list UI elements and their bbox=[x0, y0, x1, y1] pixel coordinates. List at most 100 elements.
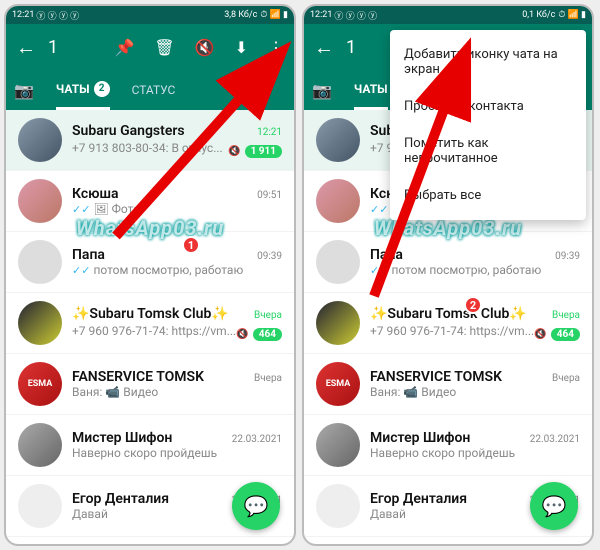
chat-list[interactable]: Subaru Gangsters 12:21 +7 913 803-80-34: В… bbox=[6, 110, 294, 544]
camera-icon[interactable]: 📷 bbox=[312, 81, 332, 100]
unread-badge: 464 bbox=[551, 328, 580, 341]
chat-name: Егор Денталия bbox=[370, 491, 467, 507]
more-icon[interactable]: ⋮ bbox=[268, 38, 284, 57]
phone-left: 12:21ⓨ ⓨ ⓨ ⓨ 3,8 Кб/с⏱ 📶 ▮ ← 1 📌 🗑 🔇 ⬇ ⋮… bbox=[4, 4, 296, 546]
chat-row[interactable]: ✨Subaru Tomsk Club✨ Вчера +7 960 976-71-74… bbox=[6, 293, 294, 354]
chat-time: Вчера bbox=[552, 373, 580, 384]
callout-marker-2: 2 bbox=[464, 296, 482, 314]
status-net: 3,8 Кб/с bbox=[224, 10, 257, 20]
avatar[interactable]: ESMA bbox=[18, 362, 62, 406]
avatar[interactable] bbox=[18, 301, 62, 345]
read-ticks-icon: ✓✓ bbox=[72, 264, 90, 277]
phone-right: 12:21ⓨ ⓨ ⓨ ⓨ 0,1 Кб/с⏱ 📶 ▮ ← 1 📷 ЧАТЫ Su… bbox=[302, 4, 594, 546]
chat-preview: +7 913 803-80-34: В отпус... bbox=[72, 141, 223, 155]
chat-preview: Давай bbox=[370, 507, 406, 521]
chat-row[interactable]: Папа 09:39 ✓✓потом посмотрю, работаю bbox=[6, 232, 294, 293]
chat-name: Папа bbox=[72, 247, 105, 263]
delete-icon[interactable]: 🗑 bbox=[154, 38, 174, 57]
chat-preview: Давай bbox=[72, 507, 108, 521]
avatar[interactable] bbox=[18, 240, 62, 284]
chat-preview: Ваня: 📹 Видео bbox=[72, 385, 158, 399]
selection-toolbar: ← 1 📌 🗑 🔇 ⬇ ⋮ bbox=[6, 24, 294, 70]
avatar[interactable] bbox=[18, 423, 62, 467]
muted-icon: 🔇 bbox=[236, 329, 248, 340]
muted-icon: 🔇 bbox=[228, 146, 240, 157]
status-bar: 12:21ⓨ ⓨ ⓨ ⓨ 0,1 Кб/с⏱ 📶 ▮ bbox=[304, 6, 592, 24]
chat-name: Егор Денталия bbox=[72, 491, 169, 507]
chat-preview: ✓✓🖼Фото bbox=[72, 202, 140, 216]
back-icon[interactable]: ← bbox=[314, 35, 334, 60]
camera-icon[interactable]: 📷 bbox=[14, 81, 34, 100]
chat-time: 09:39 bbox=[257, 251, 282, 262]
chat-name: Ксюша bbox=[72, 186, 119, 202]
avatar[interactable] bbox=[18, 484, 62, 528]
avatar[interactable] bbox=[316, 118, 360, 162]
chat-preview: Наверно скоро пройдешь bbox=[370, 446, 515, 460]
context-menu: Добавить иконку чата на экран Просмотр к… bbox=[390, 30, 586, 220]
tab-chats[interactable]: ЧАТЫ bbox=[354, 70, 388, 110]
chat-name: ✨Subaru Tomsk Club✨ bbox=[72, 306, 229, 322]
selection-count: 1 bbox=[48, 37, 114, 58]
chat-row[interactable]: ESMA FANSERVICE TOMSK Вчера Ваня: 📹 Видео bbox=[6, 354, 294, 415]
chat-row[interactable]: ✨Subaru Tomsk Club✨ Вчера +7 960 976-71-74… bbox=[304, 293, 592, 354]
chat-preview: Ваня: 📹 Видео bbox=[370, 385, 456, 399]
chat-preview: Наверно скоро пройдешь bbox=[72, 446, 217, 460]
back-icon[interactable]: ← bbox=[16, 35, 36, 60]
chat-time: Вчера bbox=[254, 310, 282, 321]
menu-mark-unread[interactable]: Пометить как непрочитанное bbox=[390, 125, 586, 177]
menu-view-contact[interactable]: Просмотр контакта bbox=[390, 88, 586, 125]
chat-preview: ✓✓потом посмотрю, работаю bbox=[370, 263, 541, 277]
status-time: 12:21 bbox=[12, 10, 34, 20]
chat-name: Subaru Gangsters bbox=[72, 123, 185, 139]
chat-row[interactable]: Мистер Шифон 22.03.2021 Наверно скоро прой… bbox=[304, 415, 592, 476]
menu-select-all[interactable]: Выбрать все bbox=[390, 177, 586, 214]
chat-time: 22.03.2021 bbox=[530, 434, 580, 445]
chat-time: Вчера bbox=[552, 310, 580, 321]
chat-row[interactable]: Ксюша 09:51 ✓✓🖼Фото bbox=[6, 171, 294, 232]
photo-icon: 🖼 bbox=[93, 202, 108, 216]
chat-row[interactable]: Мистер Шифон 22.03.2021 Наверно скоро прой… bbox=[6, 415, 294, 476]
muted-icon: 🔇 bbox=[534, 329, 546, 340]
chat-preview: ✓✓потом посмотрю, работаю bbox=[72, 263, 243, 277]
chat-name: Папа bbox=[370, 247, 403, 263]
new-chat-fab[interactable]: 💬 bbox=[232, 482, 280, 530]
archive-icon[interactable]: ⬇ bbox=[235, 38, 248, 57]
avatar[interactable] bbox=[18, 179, 62, 223]
avatar[interactable] bbox=[316, 179, 360, 223]
avatar[interactable] bbox=[316, 423, 360, 467]
new-chat-fab[interactable]: 💬 bbox=[530, 482, 578, 530]
avatar[interactable] bbox=[316, 484, 360, 528]
chat-name: FANSERVICE TOMSK bbox=[370, 369, 502, 385]
avatar[interactable] bbox=[316, 240, 360, 284]
chat-time: 09:39 bbox=[555, 251, 580, 262]
status-bar: 12:21ⓨ ⓨ ⓨ ⓨ 3,8 Кб/с⏱ 📶 ▮ bbox=[6, 6, 294, 24]
mute-icon[interactable]: 🔇 bbox=[195, 38, 215, 57]
chat-time: 12:21 bbox=[257, 127, 282, 138]
tab-chats[interactable]: ЧАТЫ2 bbox=[56, 70, 110, 110]
pin-icon[interactable]: 📌 bbox=[114, 38, 134, 57]
unread-badge: 1 911 bbox=[245, 145, 282, 158]
chat-row[interactable]: ESMA FANSERVICE TOMSK Вчера Ваня: 📹 Видео bbox=[304, 354, 592, 415]
chat-row[interactable]: Subaru Gangsters 12:21 +7 913 803-80-34: В… bbox=[6, 110, 294, 171]
chat-name: ✨Subaru Tomsk Club✨ bbox=[370, 306, 527, 322]
unread-badge: 464 bbox=[253, 328, 282, 341]
chat-row[interactable]: Папа 09:39 ✓✓потом посмотрю, работаю bbox=[304, 232, 592, 293]
tab-status[interactable]: СТАТУС bbox=[132, 70, 176, 110]
chat-name: FANSERVICE TOMSK bbox=[72, 369, 204, 385]
chat-time: 09:51 bbox=[257, 190, 282, 201]
avatar[interactable] bbox=[316, 301, 360, 345]
tabs: 📷 ЧАТЫ2 СТАТУС bbox=[6, 70, 294, 110]
read-ticks-icon: ✓✓ bbox=[72, 203, 90, 216]
menu-add-shortcut[interactable]: Добавить иконку чата на экран bbox=[390, 36, 586, 88]
chat-name: Мистер Шифон bbox=[72, 430, 172, 446]
avatar[interactable]: ESMA bbox=[316, 362, 360, 406]
read-ticks-icon: ✓✓ bbox=[370, 264, 388, 277]
chat-preview: +7 960 976-71-74: https://vm... bbox=[370, 324, 534, 338]
chat-time: 22.03.2021 bbox=[232, 434, 282, 445]
avatar[interactable] bbox=[18, 118, 62, 162]
callout-marker-1: 1 bbox=[182, 236, 200, 254]
read-ticks-icon: ✓✓ bbox=[370, 203, 388, 216]
chat-name: Мистер Шифон bbox=[370, 430, 470, 446]
chat-time: Вчера bbox=[254, 373, 282, 384]
chat-preview: +7 960 976-71-74: https://vm... bbox=[72, 324, 236, 338]
